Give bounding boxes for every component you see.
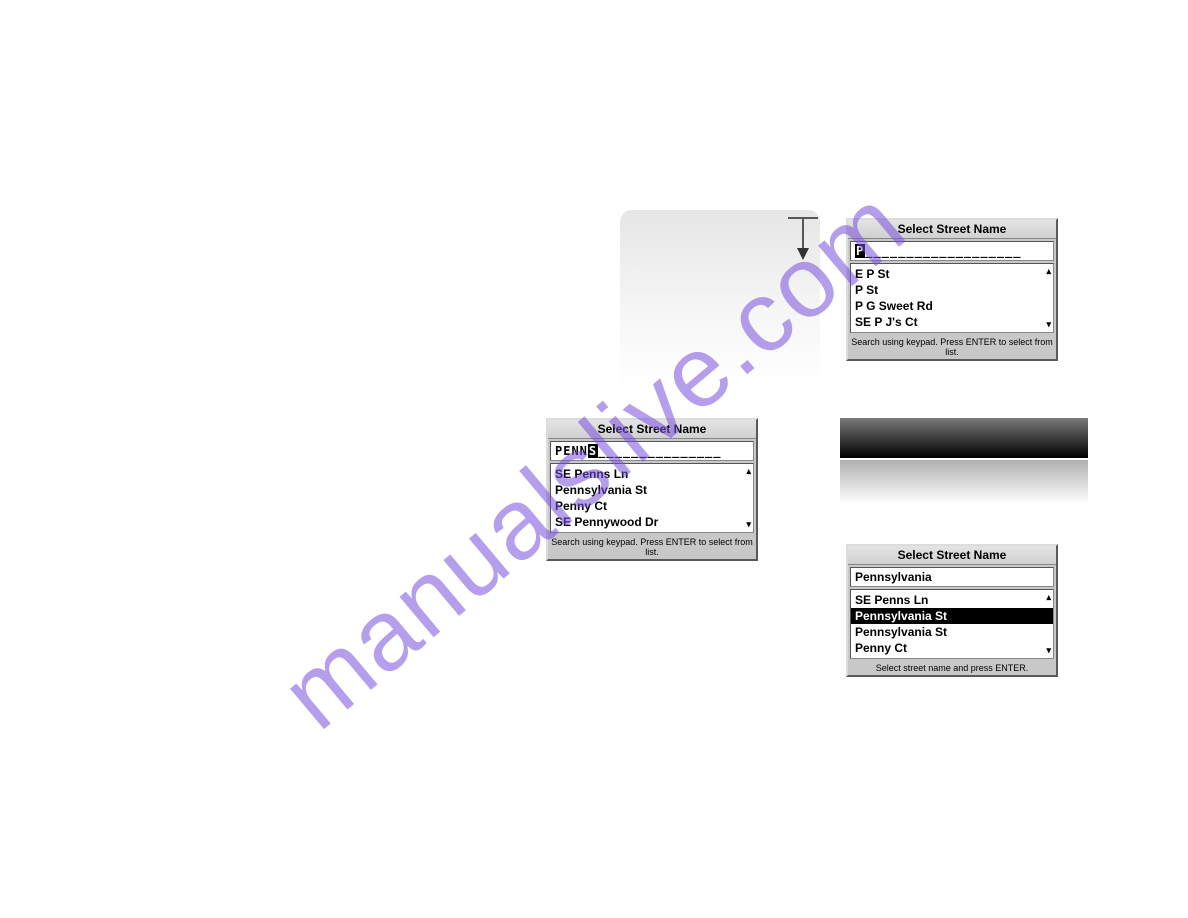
- panel-hint: Search using keypad. Press ENTER to sele…: [548, 535, 756, 559]
- select-street-panel-1: Select Street Name P___________________ …: [846, 218, 1058, 361]
- street-input[interactable]: P___________________: [850, 241, 1054, 261]
- list-item[interactable]: E P St: [851, 266, 1053, 282]
- street-input[interactable]: PENNS_______________: [550, 441, 754, 461]
- street-list[interactable]: ▴ E P St P St P G Sweet Rd SE P J's Ct ▾: [850, 263, 1054, 333]
- input-rest: ___________________: [865, 244, 1021, 258]
- list-item[interactable]: SE Penns Ln: [551, 466, 753, 482]
- input-prefix: Pennsylvania: [855, 570, 932, 584]
- list-item[interactable]: SE P J's Ct: [851, 314, 1053, 330]
- scroll-down-icon[interactable]: ▾: [746, 519, 751, 530]
- scroll-down-icon[interactable]: ▾: [1046, 645, 1051, 656]
- scroll-up-icon[interactable]: ▴: [1046, 266, 1051, 277]
- list-item[interactable]: SE Penns Ln: [851, 592, 1053, 608]
- panel-hint: Search using keypad. Press ENTER to sele…: [848, 335, 1056, 359]
- input-prefix: PENN: [555, 444, 588, 458]
- list-item[interactable]: P St: [851, 282, 1053, 298]
- input-cursor-char: P: [855, 244, 865, 258]
- select-street-panel-2: Select Street Name PENNS_______________ …: [546, 418, 758, 561]
- pointer-icon: [786, 212, 826, 272]
- scroll-down-icon[interactable]: ▾: [1046, 319, 1051, 330]
- select-street-panel-3: Select Street Name Pennsylvania ▴ SE Pen…: [846, 544, 1058, 677]
- street-input[interactable]: Pennsylvania: [850, 567, 1054, 587]
- list-item[interactable]: Pennsylvania St: [851, 624, 1053, 640]
- list-item[interactable]: Pennsylvania St: [551, 482, 753, 498]
- list-item[interactable]: Penny Ct: [851, 640, 1053, 656]
- panel-title: Select Street Name: [848, 220, 1056, 239]
- list-item-selected[interactable]: Pennsylvania St: [851, 608, 1053, 624]
- scroll-up-icon[interactable]: ▴: [746, 466, 751, 477]
- page-fragment-darkband: [840, 418, 1088, 458]
- page-fragment-lightband: [840, 460, 1088, 504]
- list-item[interactable]: Penny Ct: [551, 498, 753, 514]
- panel-hint: Select street name and press ENTER.: [848, 661, 1056, 675]
- scroll-up-icon[interactable]: ▴: [1046, 592, 1051, 603]
- street-list[interactable]: ▴ SE Penns Ln Pennsylvania St Penny Ct S…: [550, 463, 754, 533]
- panel-title: Select Street Name: [848, 546, 1056, 565]
- list-item[interactable]: P G Sweet Rd: [851, 298, 1053, 314]
- input-rest: _______________: [598, 444, 721, 458]
- street-list[interactable]: ▴ SE Penns Ln Pennsylvania St Pennsylvan…: [850, 589, 1054, 659]
- list-item[interactable]: SE Pennywood Dr: [551, 514, 753, 530]
- input-cursor-char: S: [588, 444, 598, 458]
- panel-title: Select Street Name: [548, 420, 756, 439]
